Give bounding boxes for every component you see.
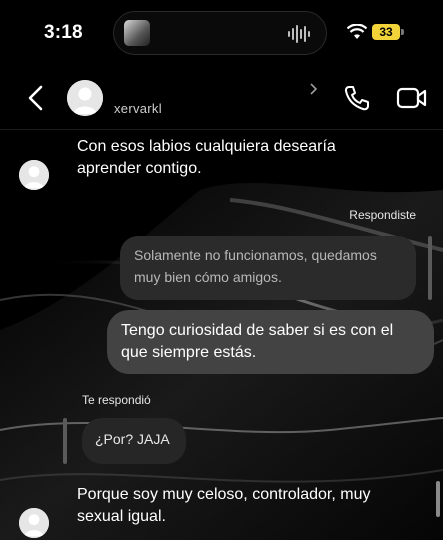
status-bar: 3:18 33 xyxy=(0,0,443,66)
avatar[interactable] xyxy=(67,80,103,116)
back-arrow-icon[interactable] xyxy=(24,84,48,112)
avatar-icon xyxy=(19,508,49,538)
sender-avatar[interactable] xyxy=(19,508,49,538)
video-camera-icon[interactable] xyxy=(396,86,428,110)
reply-label-in: Te respondió xyxy=(82,393,151,407)
avatar-icon xyxy=(19,160,49,190)
sound-wave-icon xyxy=(288,25,310,43)
reply-indicator-bar xyxy=(428,236,432,300)
clock: 3:18 xyxy=(44,22,83,43)
battery-level: 33 xyxy=(372,24,400,40)
quoted-message-in[interactable]: ¿Por? JAJA xyxy=(82,418,186,464)
sender-avatar[interactable] xyxy=(19,160,49,190)
outgoing-message[interactable]: Tengo curiosidad de saber si es con el q… xyxy=(107,310,434,374)
scrollbar[interactable] xyxy=(436,481,440,517)
contact-username[interactable]: xervarkl xyxy=(114,101,162,116)
reply-label-out: Respondiste xyxy=(349,208,416,222)
dynamic-island[interactable] xyxy=(113,11,327,55)
incoming-message[interactable]: Con esos labios cualquiera desearía apre… xyxy=(77,136,377,180)
reply-indicator-bar xyxy=(63,418,67,464)
phone-icon[interactable] xyxy=(342,84,372,112)
now-playing-thumbnail xyxy=(124,20,150,46)
chat-header: xervarkl xyxy=(0,66,443,130)
chevron-right-icon[interactable] xyxy=(309,82,319,96)
incoming-message[interactable]: Porque soy muy celoso, controlador, muy … xyxy=(77,484,387,528)
battery-tip xyxy=(401,29,404,35)
avatar-icon xyxy=(67,80,103,116)
quoted-message-out[interactable]: Solamente no funcionamos, quedamos muy b… xyxy=(120,236,416,300)
wifi-icon xyxy=(347,24,367,39)
